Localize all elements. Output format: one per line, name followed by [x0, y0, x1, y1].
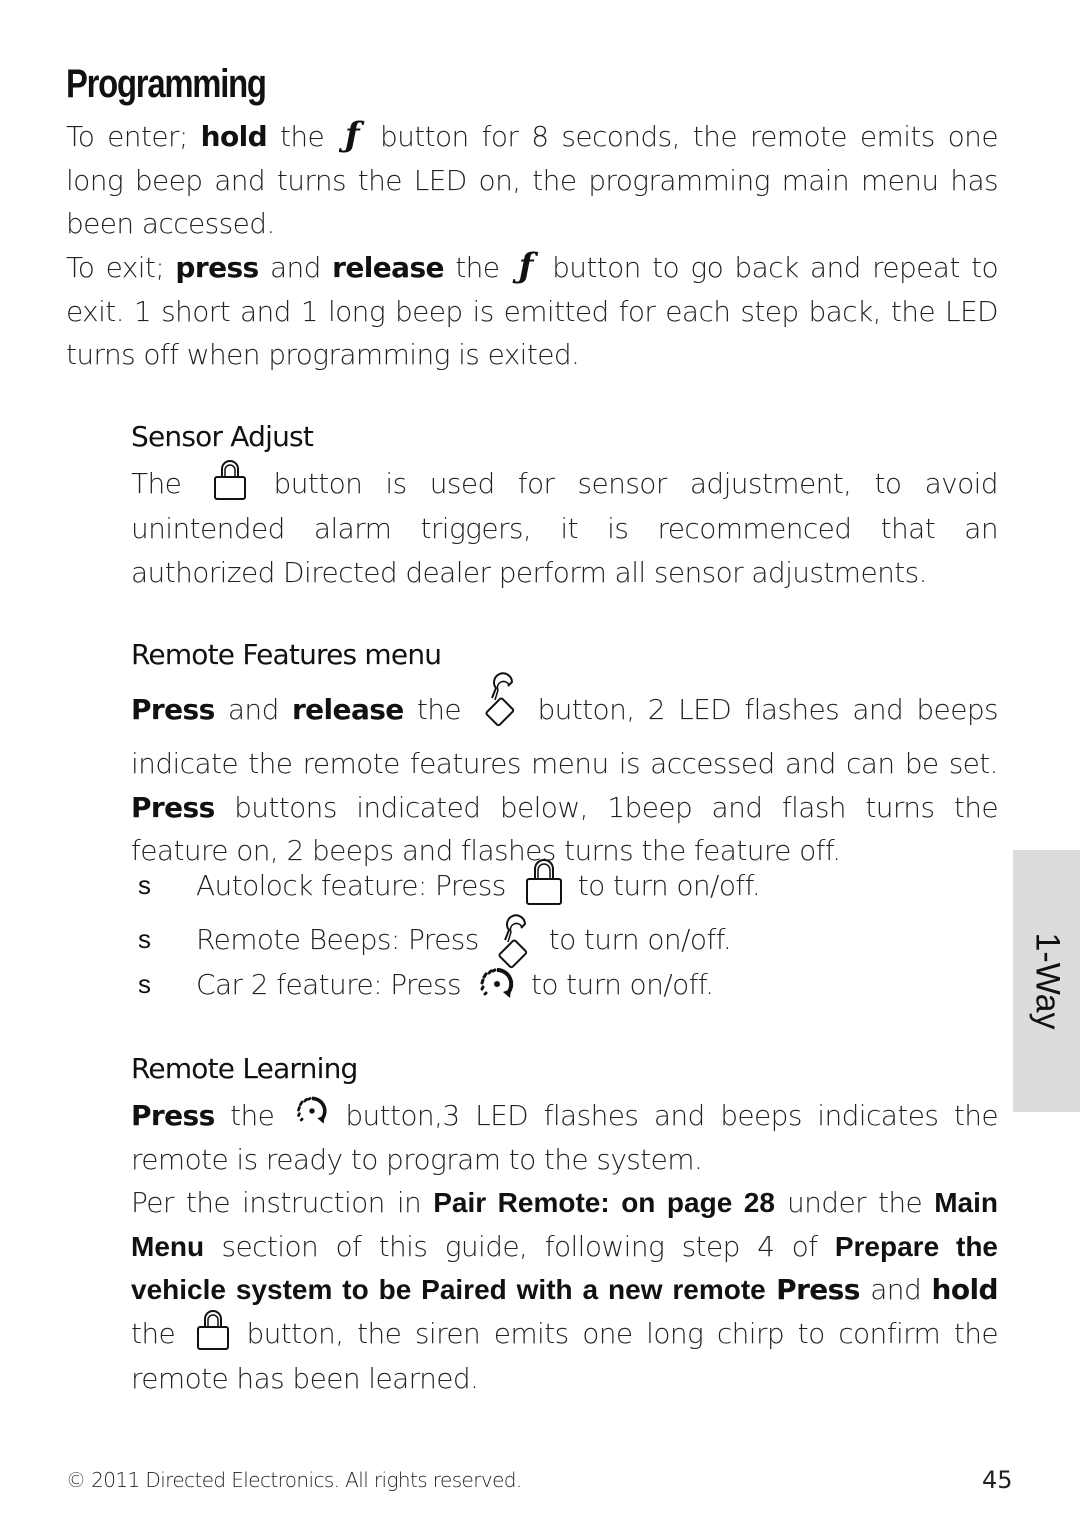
bullet-label: Remote Beeps: Press — [196, 922, 479, 956]
bullet-autolock: s Autolock feature: Press to turn on/off… — [138, 859, 761, 910]
rl-bold-hold: hold — [931, 1273, 999, 1307]
bullet-remote-beeps: s Remote Beeps: Press to turn on/off. — [138, 908, 732, 972]
lock-icon — [195, 1307, 231, 1351]
exit-paragraph: To exit; press and release the ƒ button … — [66, 245, 999, 377]
unlock-icon — [491, 910, 535, 972]
sensor-text-prefix: The — [131, 467, 182, 500]
exit-and: and — [269, 251, 321, 284]
f-function-icon: ƒ — [345, 115, 360, 155]
bullet-mark: s — [138, 869, 151, 900]
rl-and: and — [870, 1273, 922, 1307]
sensor-adjust-heading: Sensor Adjust — [131, 420, 314, 453]
exit-bold-release: release — [332, 251, 444, 284]
car2-rotate-icon — [477, 964, 517, 1004]
unlock-icon — [478, 668, 522, 730]
bullet-mark: s — [138, 923, 151, 954]
rf-bold-release: release — [291, 693, 404, 726]
remote-learning-pair-paragraph: Per the instruction in Pair Remote: on p… — [131, 1181, 999, 1401]
remote-learning-heading: Remote Learning — [131, 1052, 358, 1085]
side-tab-label: 1-Way — [1028, 932, 1066, 1030]
page-title: Programming — [66, 62, 267, 106]
rl-the2: the — [131, 1317, 176, 1351]
rl-text2: button, the siren emits one long chirp t… — [131, 1317, 999, 1396]
sensor-adjust-paragraph: The button is used for sensor adjustment… — [131, 460, 999, 594]
rf-and: and — [227, 693, 279, 726]
rl-section-text: section of this guide, following step 4 … — [221, 1229, 818, 1263]
page-number: 45 — [982, 1466, 1013, 1494]
exit-the: the — [455, 251, 500, 284]
enter-prefix: To enter; — [66, 120, 188, 153]
lock-icon — [524, 856, 564, 906]
rf-bold-press2: Press — [131, 790, 215, 824]
rf-the: the — [416, 693, 462, 726]
remote-learning-paragraph: Press the button,3 LED flashes and beeps… — [131, 1093, 999, 1181]
section-side-tab: 1-Way — [1013, 850, 1080, 1112]
rf-bold-press: Press — [131, 693, 215, 726]
rf-text2: buttons indicated below, 1beep and flash… — [131, 790, 999, 868]
rl-the: the — [230, 1099, 275, 1132]
sensor-text-rest: button is used for sensor adjustment, to… — [131, 467, 999, 589]
enter-paragraph: To enter; hold the ƒ button for 8 second… — [66, 114, 999, 246]
f-function-icon: ƒ — [518, 246, 534, 286]
pair-remote-link[interactable]: Pair Remote: on page 28 — [433, 1187, 775, 1218]
exit-bold-press: press — [175, 251, 259, 284]
bullet-mark: s — [138, 968, 151, 999]
rl-per-text: Per the instruction in — [131, 1186, 422, 1219]
rl-bold-press2: Press — [776, 1273, 860, 1307]
remote-features-heading: Remote Features menu — [131, 638, 442, 671]
rl-under-the: under the — [786, 1186, 923, 1219]
lock-icon — [212, 457, 248, 501]
bullet-suffix: to turn on/off. — [530, 967, 714, 1001]
bullet-suffix: to turn on/off. — [577, 868, 761, 902]
enter-the: the — [279, 120, 325, 153]
enter-bold-hold: hold — [200, 120, 268, 153]
remote-features-paragraph: Press and release the button, 2 LED flas… — [131, 672, 999, 873]
bullet-car2: s Car 2 feature: Press to turn on/off. — [138, 964, 714, 1004]
bullet-suffix: to turn on/off. — [548, 922, 732, 956]
bullet-label: Autolock feature: Press — [196, 868, 506, 902]
car2-rotate-icon — [294, 1093, 330, 1129]
rl-bold-press: Press — [131, 1099, 215, 1132]
footer-copyright: © 2011 Directed Electronics. All rights … — [66, 1468, 522, 1492]
bullet-label: Car 2 feature: Press — [196, 967, 462, 1001]
exit-prefix: To exit; — [66, 251, 165, 284]
